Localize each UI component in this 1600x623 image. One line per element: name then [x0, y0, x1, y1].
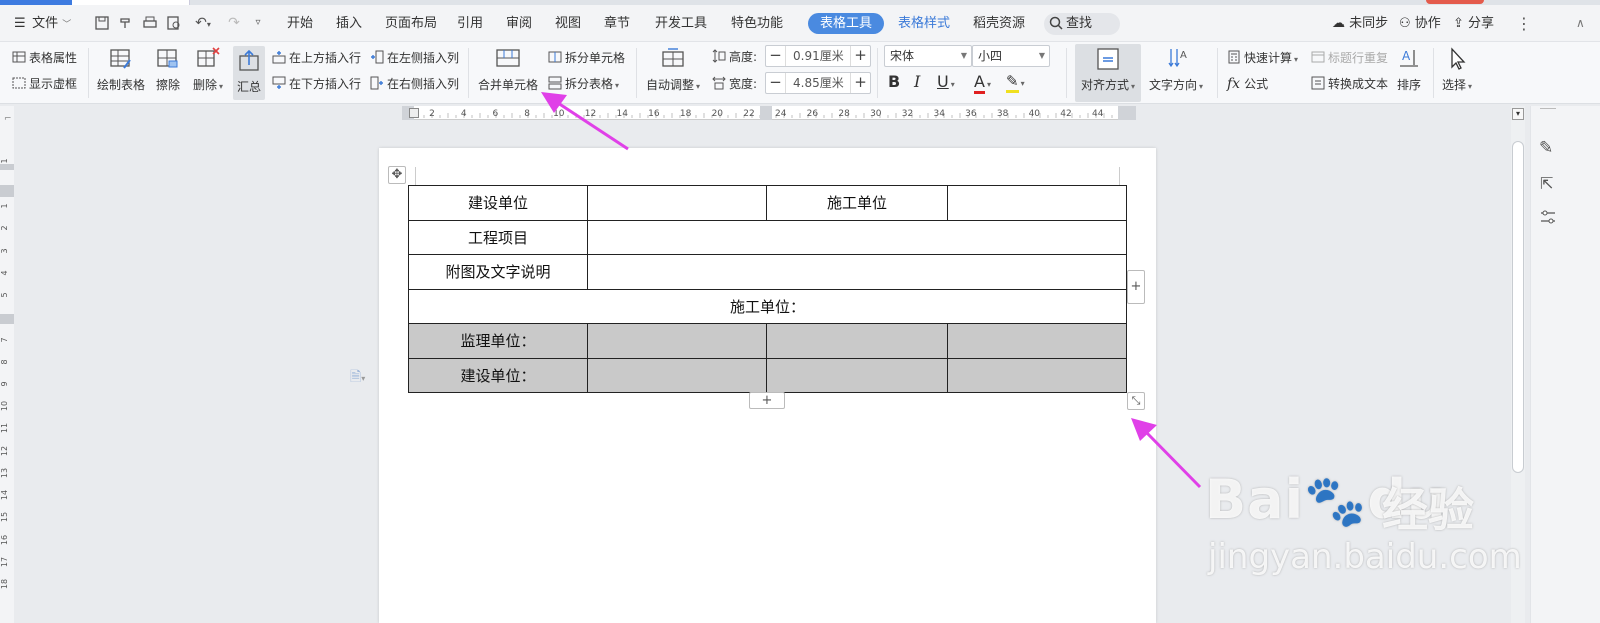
watermark-url: jingyan.baidu.com	[1208, 537, 1522, 577]
watermark-cn: 经验	[1382, 483, 1474, 537]
paw-logo-icon: 🐾	[1304, 472, 1368, 530]
arrow-to-merge-cells	[541, 92, 629, 151]
arrow-to-resize-handle	[1131, 418, 1202, 489]
